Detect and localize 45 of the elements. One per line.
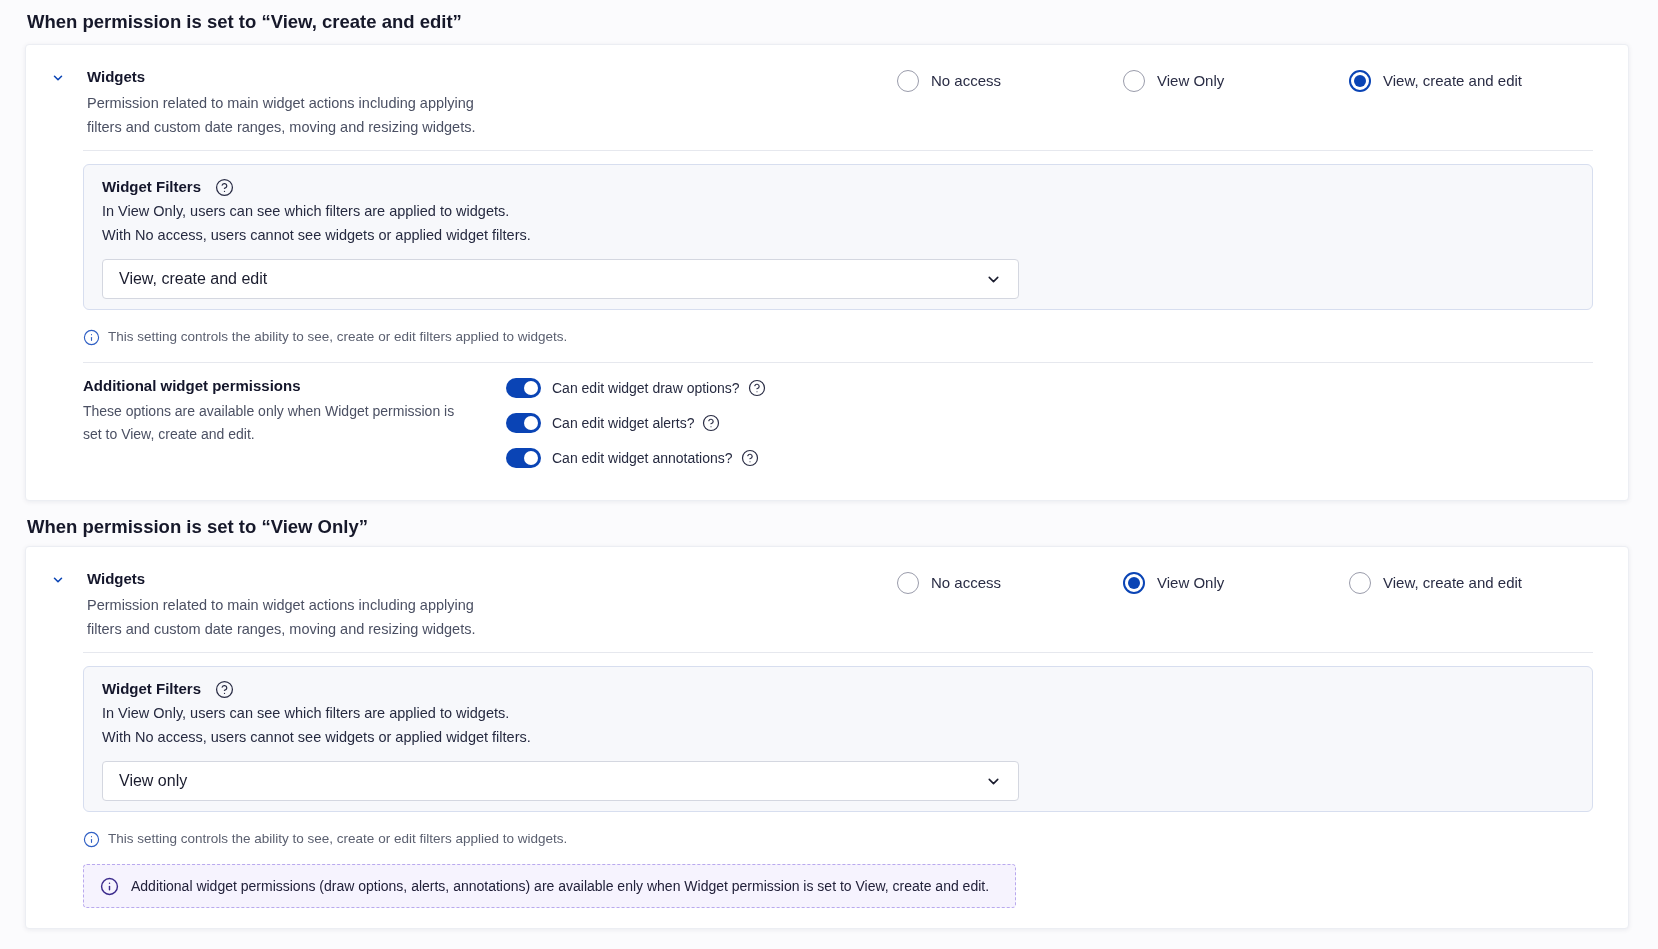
permissions-title: Additional widget permissions (83, 376, 302, 396)
toggle-switch[interactable] (506, 413, 541, 433)
filter-description: With No access, users cannot see widgets or applied widget filters. (102, 226, 532, 245)
filter-description: In View Only, users can see which filters are applied to widgets. (102, 704, 511, 723)
toggle-switch[interactable] (506, 378, 541, 398)
radio-button[interactable] (897, 572, 919, 594)
note-text: Additional widget permissions (draw options, alerts, annotations) are available enly when Widget permission is set to View, create and edit. (131, 877, 990, 896)
radio-button[interactable] (897, 70, 919, 92)
info-icon (83, 830, 100, 848)
radio-button[interactable] (1123, 572, 1145, 594)
filter-title: Widget Filters (102, 177, 202, 197)
section-description: Permission related to main widget actions including applying filters and custom date ranges, moving and resizing widgets. (87, 596, 477, 639)
filter-title: Widget Filters (102, 679, 202, 699)
radio-button[interactable] (1349, 70, 1371, 92)
radio-label: No access (931, 71, 1002, 91)
radio-button[interactable] (1123, 70, 1145, 92)
section-title: Widgets (87, 67, 147, 87)
radio-button[interactable] (1349, 572, 1371, 594)
filter-description: In View Only, users can see which filters are applied to widgets. (102, 202, 511, 221)
help-icon[interactable] (747, 379, 766, 397)
toggle-switch[interactable] (506, 448, 541, 468)
help-icon[interactable] (215, 177, 235, 197)
radio-label: View Only (1157, 573, 1225, 593)
info-icon (100, 876, 119, 896)
help-icon[interactable] (215, 679, 235, 699)
dropdown-field[interactable]: View only (102, 761, 1019, 801)
info-text: This setting controls the ability to see, create or edit filters applied to widgets. (108, 328, 568, 346)
radio-label: View, create and edit (1383, 71, 1522, 91)
filter-description: With No access, users cannot see widgets or applied widget filters. (102, 728, 532, 747)
help-icon[interactable] (702, 414, 721, 432)
section-heading: When permission is set to “View Only” (27, 515, 369, 539)
permissions-description: These options are available only when Widget permission is set to View, create and edit. (83, 402, 456, 444)
info-text: This setting controls the ability to see, create or edit filters applied to widgets. (108, 830, 568, 848)
section-description: Permission related to main widget actions including applying filters and custom date ranges, moving and resizing widgets. (87, 94, 477, 137)
section-title: Widgets (87, 569, 147, 589)
radio-label: View, create and edit (1383, 573, 1522, 593)
toggle-label: Can edit widget annotations? (552, 449, 733, 468)
help-icon[interactable] (740, 449, 759, 467)
toggle-label: Can edit widget draw options? (552, 379, 740, 398)
toggle-label: Can edit widget alerts? (552, 414, 695, 433)
info-icon (83, 328, 100, 346)
dropdown-field[interactable]: View, create and edit (102, 259, 1019, 299)
radio-label: No access (931, 573, 1002, 593)
section-heading: When permission is set to “View, create and edit” (27, 10, 463, 34)
radio-label: View Only (1157, 71, 1225, 91)
